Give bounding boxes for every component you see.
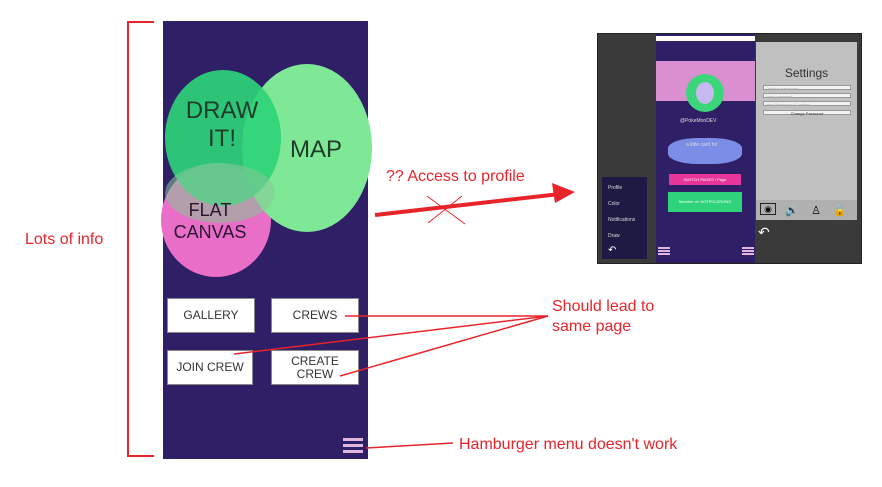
green-button[interactable]: Member of: NOTIFICATIONS — [668, 192, 742, 212]
profile-panel: @PokeMonDEV a little card for SWITCH PAG… — [656, 34, 755, 263]
menu-item-profile[interactable]: Profile — [608, 185, 622, 191]
annotation-same-page: Should lead to same page — [552, 298, 655, 335]
hamburger-icon-left[interactable] — [658, 246, 670, 258]
avatar-inner — [696, 82, 714, 104]
eye-icon[interactable]: ◉ — [760, 203, 776, 215]
annotation-hamburger: Hamburger menu doesn't work — [459, 436, 678, 453]
settings-icon-bar: ◉ 🔊 ♙ 🔒 — [756, 200, 857, 220]
settings-panel: Settings Original password New password … — [756, 42, 857, 200]
new-password-field[interactable]: New password — [763, 93, 851, 99]
lock-icon[interactable]: 🔒 — [832, 203, 848, 217]
back-icon[interactable]: ↶ — [608, 245, 616, 256]
menu-item-color[interactable]: Color — [608, 201, 620, 207]
embedded-screenshot: Profile Color Notifications Draw ↶ @Poke… — [597, 33, 862, 264]
settings-title: Settings — [784, 66, 829, 80]
speaker-icon[interactable]: 🔊 — [784, 203, 800, 217]
original-password-field[interactable]: Original password — [763, 85, 851, 91]
confirm-password-field[interactable]: New Password (Confirm) — [763, 101, 851, 107]
top-bar — [656, 36, 755, 41]
profile-name: @PokeMonDEV — [680, 118, 717, 124]
hamburger-icon-right[interactable] — [742, 246, 754, 258]
menu-item-draw[interactable]: Draw — [608, 233, 620, 239]
settings-back-icon[interactable]: ↶ — [758, 224, 770, 241]
side-menu: Profile Color Notifications Draw ↶ — [602, 177, 647, 259]
profile-caption: a little card for — [686, 142, 718, 148]
menu-item-notifications[interactable]: Notifications — [608, 217, 635, 223]
person-icon[interactable]: ♙ — [808, 203, 824, 217]
annotation-access-profile: ?? Access to profile — [386, 168, 525, 185]
pink-button[interactable]: SWITCH PAGES / Page — [669, 174, 741, 185]
change-password-button[interactable]: Change Password — [763, 110, 851, 116]
